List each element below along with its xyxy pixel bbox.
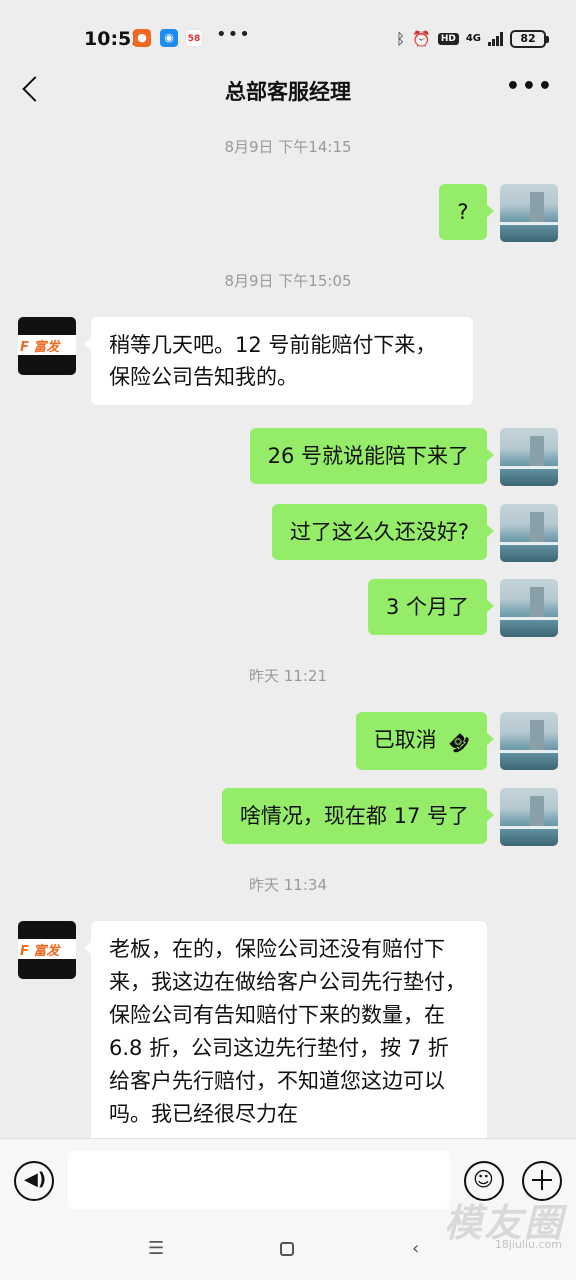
self-avatar[interactable] <box>500 428 558 486</box>
timestamp: 昨天 11:34 <box>249 876 327 894</box>
sent-message[interactable]: ? <box>439 184 494 240</box>
timestamp: 昨天 11:21 <box>249 667 327 685</box>
status-right: ᛒ ⏰ HD 4G 82 <box>396 28 549 50</box>
call-cancelled-message[interactable]: 已取消 ☎ <box>355 712 495 770</box>
battery-icon: 82 <box>510 30 549 48</box>
timestamp: 8月9日 下午14:15 <box>224 138 352 156</box>
call-status-text: 已取消 <box>373 728 437 752</box>
alarm-icon: ⏰ <box>412 30 431 48</box>
watermark-url: 18jiuliu.com <box>494 1238 562 1251</box>
app-blue-icon: ◉ <box>160 29 178 47</box>
menu-icon[interactable]: ☰ <box>148 1238 164 1259</box>
message-list[interactable]: 8月9日 下午14:15 ? 8月9日 下午15:05 F 富发 稍等几天吧。1… <box>0 120 576 1138</box>
chat-title: 总部客服经理 <box>225 80 351 104</box>
voice-icon: ◀) <box>24 1169 47 1190</box>
58-app-icon: 58 <box>185 29 203 47</box>
self-avatar[interactable] <box>500 579 558 637</box>
phone-hangup-icon: ☎ <box>442 727 474 758</box>
hd-icon: HD <box>437 33 459 45</box>
contact-avatar[interactable]: F 富发 <box>18 317 76 375</box>
company-logo: F 富发 <box>18 939 76 959</box>
more-notifications-icon: ••• <box>216 24 251 45</box>
timestamp: 8月9日 下午15:05 <box>224 272 352 290</box>
signal-icon <box>488 32 503 46</box>
self-avatar[interactable] <box>500 184 558 242</box>
company-logo: F 富发 <box>18 335 76 355</box>
contact-avatar[interactable]: F 富发 <box>18 921 76 979</box>
sent-message[interactable]: 啥情况，现在都 17 号了 <box>221 788 495 844</box>
chat-header: 总部客服经理 ••• <box>0 62 576 120</box>
received-message[interactable]: 老板，在的，保险公司还没有赔付下来，我这边在做给客户公司先行垫付，保险公司有告知… <box>84 921 487 1138</box>
more-options-icon[interactable]: ••• <box>506 74 554 99</box>
self-avatar[interactable] <box>500 712 558 770</box>
message-input[interactable] <box>68 1151 450 1209</box>
voice-input-button[interactable]: ◀) <box>14 1161 54 1201</box>
emoji-icon: ☺ <box>473 1167 494 1191</box>
system-back-icon[interactable]: ‹ <box>412 1238 419 1259</box>
received-message[interactable]: 稍等几天吧。12 号前能赔付下来，保险公司告知我的。 <box>84 317 473 405</box>
app-orange-icon: ● <box>133 29 151 47</box>
home-icon[interactable] <box>280 1242 294 1256</box>
sent-message[interactable]: 3 个月了 <box>367 579 495 635</box>
bluetooth-icon: ᛒ <box>396 30 406 48</box>
network-type: 4G <box>465 33 481 44</box>
self-avatar[interactable] <box>500 504 558 562</box>
sent-message[interactable]: 过了这么久还没好? <box>271 504 495 560</box>
sent-message[interactable]: 26 号就说能陪下来了 <box>249 428 495 484</box>
self-avatar[interactable] <box>500 788 558 846</box>
